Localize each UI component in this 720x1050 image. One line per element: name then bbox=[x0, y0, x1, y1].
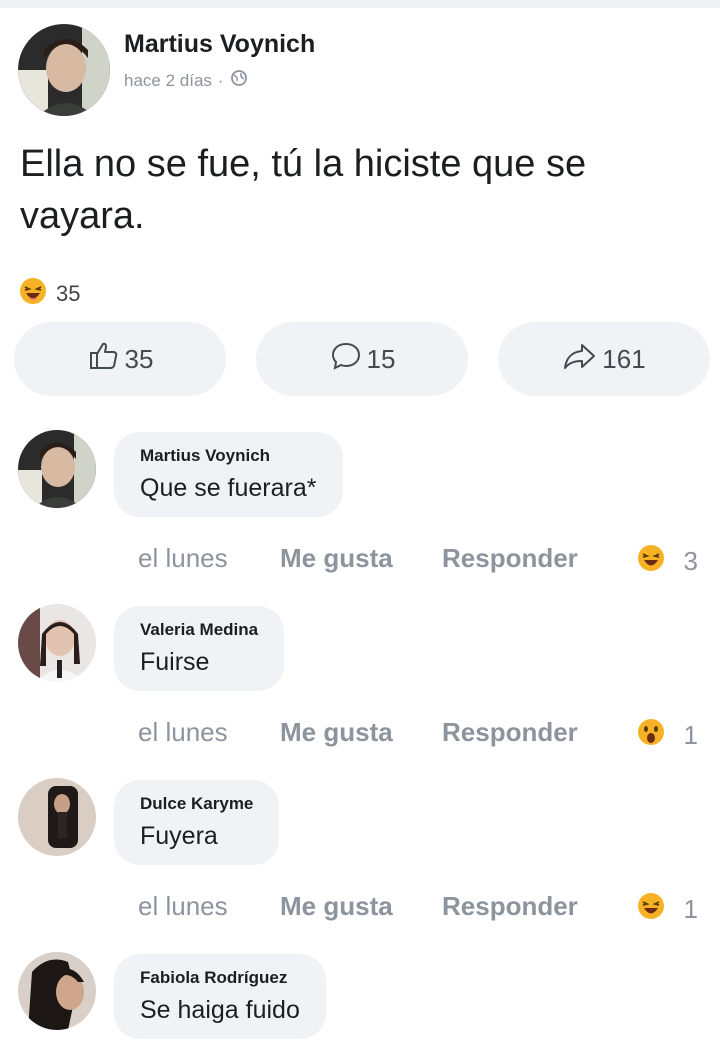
comment-time[interactable]: el lunes bbox=[138, 543, 228, 574]
comment-avatar[interactable] bbox=[18, 778, 96, 856]
thumbs-up-icon bbox=[87, 339, 125, 380]
reply-link[interactable]: Responder bbox=[442, 891, 578, 922]
comment-button[interactable]: 15 bbox=[256, 322, 468, 396]
comment-author[interactable]: Fabiola Rodríguez bbox=[140, 968, 300, 988]
comment-reaction-count: 1 bbox=[683, 894, 698, 924]
comment-author[interactable]: Martius Voynich bbox=[140, 446, 317, 466]
comment-reactions[interactable]: 1 bbox=[636, 717, 698, 754]
comment-bubble: Fabiola Rodríguez Se haiga fuido bbox=[114, 954, 326, 1039]
haha-emoji-icon bbox=[636, 543, 666, 580]
comment-actions: el lunes Me gusta Responder 1 bbox=[138, 891, 698, 931]
comment-time[interactable]: el lunes bbox=[138, 891, 228, 922]
like-link[interactable]: Me gusta bbox=[280, 717, 393, 748]
comment-avatar[interactable] bbox=[18, 952, 96, 1030]
comment-text: Se haiga fuido bbox=[140, 996, 300, 1024]
like-link[interactable]: Me gusta bbox=[280, 891, 393, 922]
comment-reaction-count: 1 bbox=[683, 720, 698, 750]
comment-bubble-icon bbox=[329, 339, 367, 380]
like-link[interactable]: Me gusta bbox=[280, 543, 393, 574]
post-action-bar: 35 15 161 bbox=[14, 322, 710, 396]
comment-reactions[interactable]: 1 bbox=[636, 891, 698, 928]
haha-emoji-icon bbox=[18, 276, 48, 312]
author-avatar[interactable] bbox=[18, 24, 110, 116]
comment-actions: el lunes Me gusta Responder 3 bbox=[138, 543, 698, 583]
reply-link[interactable]: Responder bbox=[442, 717, 578, 748]
comment-avatar[interactable] bbox=[18, 604, 96, 682]
comment-bubble: Valeria Medina Fuirse bbox=[114, 606, 285, 691]
post-text: Ella no se fue, tú la hiciste que se vay… bbox=[20, 143, 587, 237]
wow-emoji-icon bbox=[636, 717, 666, 754]
share-count: 161 bbox=[602, 343, 646, 374]
meta-separator: · bbox=[217, 70, 224, 90]
share-arrow-icon bbox=[562, 339, 602, 380]
like-button[interactable]: 35 bbox=[14, 322, 226, 396]
top-divider bbox=[0, 0, 720, 8]
reaction-count: 35 bbox=[56, 281, 81, 306]
share-button[interactable]: 161 bbox=[498, 322, 710, 396]
comment-time[interactable]: el lunes bbox=[138, 717, 228, 748]
reply-link[interactable]: Responder bbox=[442, 543, 578, 574]
comment-text: Que se fuerara* bbox=[140, 474, 317, 502]
comment-reaction-count: 3 bbox=[683, 546, 698, 576]
post-author-name[interactable]: Martius Voynich bbox=[124, 30, 315, 59]
comment-count: 15 bbox=[366, 343, 396, 374]
comment-avatar[interactable] bbox=[18, 430, 96, 508]
comment-reactions[interactable]: 3 bbox=[636, 543, 698, 580]
haha-emoji-icon bbox=[636, 891, 666, 928]
globe-icon bbox=[230, 69, 248, 92]
like-count: 35 bbox=[124, 343, 154, 374]
comment-bubble: Dulce Karyme Fuyera bbox=[114, 780, 280, 865]
comment-text: Fuirse bbox=[140, 648, 210, 676]
reaction-summary[interactable]: 35 bbox=[18, 276, 80, 312]
post-header: Martius Voynich hace 2 días · bbox=[18, 22, 315, 118]
comment-author[interactable]: Valeria Medina bbox=[140, 620, 258, 640]
post-meta: hace 2 días · bbox=[124, 69, 315, 92]
comment-text: Fuyera bbox=[140, 822, 218, 850]
comment-bubble: Martius Voynich Que se fuerara* bbox=[114, 432, 343, 517]
comment-actions: el lunes Me gusta Responder 1 bbox=[138, 717, 698, 757]
comment-author[interactable]: Dulce Karyme bbox=[140, 794, 253, 814]
post-time[interactable]: hace 2 días bbox=[124, 71, 212, 91]
